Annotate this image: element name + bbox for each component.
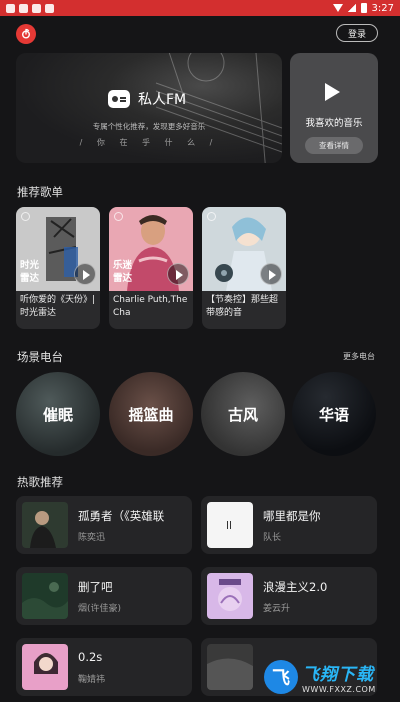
playlist-card[interactable]: 【节奏控】那些超带感的音 (202, 207, 286, 329)
playlist-title: 【节奏控】那些超带感的音 (206, 295, 279, 318)
play-icon[interactable] (167, 263, 189, 285)
scene-radio-label: 催眠 (42, 405, 73, 424)
song-cover-image (207, 573, 253, 619)
scene-radio-label: 华语 (318, 405, 349, 424)
site-watermark: 飞 飞翔下载 WWW.FXXZ.COM (264, 655, 394, 699)
scene-radio-lullaby[interactable]: 摇篮曲 (109, 372, 193, 456)
hot-songs-section-title: 热歌推荐 (17, 475, 63, 489)
song-artist: 陈奕迅 (78, 533, 106, 543)
liked-music-card[interactable]: 我喜欢的音乐 查看详情 (290, 53, 378, 163)
watermark-title: 飞翔下载 (302, 665, 374, 685)
playlist-type-icon (114, 212, 123, 221)
song-item[interactable]: 浪漫主义2.0 姜云升 (201, 567, 377, 625)
song-cover-image (22, 644, 68, 690)
playlist-overlay-text: 时光 雷达 (20, 260, 40, 284)
scene-radio-chinese[interactable]: 华语 (292, 372, 376, 456)
fm-slogan: / 你 在 乎 什 么 / (79, 138, 219, 147)
watermark-url: WWW.FXXZ.COM (302, 685, 376, 694)
song-artist: 姜云升 (263, 604, 291, 614)
fm-subtitle: 专属个性化推荐，发现更多好音乐 (92, 122, 206, 131)
song-artist: 鞠婧祎 (78, 675, 106, 685)
radio-icon (108, 90, 130, 108)
playlist-title: Charlie Puth,The Cha (113, 295, 188, 318)
scene-radio-sleep[interactable]: 催眠 (16, 372, 100, 456)
playlists-section-title: 推荐歌单 (17, 185, 63, 199)
playlist-card[interactable]: 乐迷 雷达 Charlie Puth,The Cha (109, 207, 193, 329)
song-cover-image (207, 644, 253, 690)
app-notification-icon (19, 3, 28, 13)
song-item[interactable]: 0.2s 鞠婧祎 (16, 638, 192, 696)
playlist-overlay-text: 乐迷 雷达 (113, 260, 133, 284)
fm-title: 私人FM (138, 92, 187, 108)
fm-title-row: 私人FM (108, 89, 186, 109)
scene-radio-label: 古风 (227, 405, 258, 424)
battery-icon (360, 3, 367, 13)
play-icon[interactable] (260, 263, 282, 285)
login-button[interactable]: 登录 (336, 24, 378, 42)
song-item[interactable]: 哪里都是你 队长 (201, 496, 377, 554)
notification-icons (6, 3, 54, 13)
play-icon[interactable] (74, 263, 96, 285)
netease-music-logo-icon[interactable] (16, 24, 36, 44)
status-time: 3:27 (371, 2, 394, 14)
song-title: 哪里都是你 (263, 509, 321, 523)
song-title: 孤勇者（《英雄联 (78, 509, 165, 523)
song-item[interactable]: 删了吧 烟(许佳豪) (16, 567, 192, 625)
song-artist: 队长 (263, 533, 282, 543)
playlist-type-icon (207, 212, 216, 221)
playlist-card[interactable]: 时光 雷达 听你爱的《天份》|时光雷达 (16, 207, 100, 329)
song-title: 删了吧 (78, 580, 113, 594)
playlist-title: 听你爱的《天份》|时光雷达 (20, 295, 96, 318)
scene-radio-ancient-style[interactable]: 古风 (201, 372, 285, 456)
play-icon (325, 83, 340, 101)
status-bar: 3:27 (0, 0, 400, 16)
signal-icon (347, 4, 356, 12)
song-title: 浪漫主义2.0 (263, 580, 328, 594)
app-notification-icon (6, 3, 15, 13)
watermark-logo-icon: 飞 (264, 660, 298, 694)
view-details-button[interactable]: 查看详情 (305, 137, 363, 154)
playlist-type-icon (21, 212, 30, 221)
song-artist: 烟(许佳豪) (78, 604, 122, 614)
song-item[interactable]: 孤勇者（《英雄联 陈奕迅 (16, 496, 192, 554)
song-title: 0.2s (78, 650, 103, 664)
song-cover-image (22, 573, 68, 619)
app-notification-icon (32, 3, 41, 13)
song-cover-image (22, 502, 68, 548)
pause-icon[interactable] (227, 521, 231, 529)
scene-radio-label: 摇篮曲 (128, 405, 174, 424)
app-notification-icon (45, 3, 54, 13)
scene-radio-section-title: 场景电台 (17, 350, 63, 364)
liked-music-label: 我喜欢的音乐 (305, 118, 363, 129)
personal-fm-card[interactable]: 私人FM 专属个性化推荐，发现更多好音乐 / 你 在 乎 什 么 / (16, 53, 282, 163)
wifi-icon (332, 4, 343, 12)
more-radio-link[interactable]: 更多电台 (343, 351, 375, 362)
song-cover-image (207, 502, 253, 548)
